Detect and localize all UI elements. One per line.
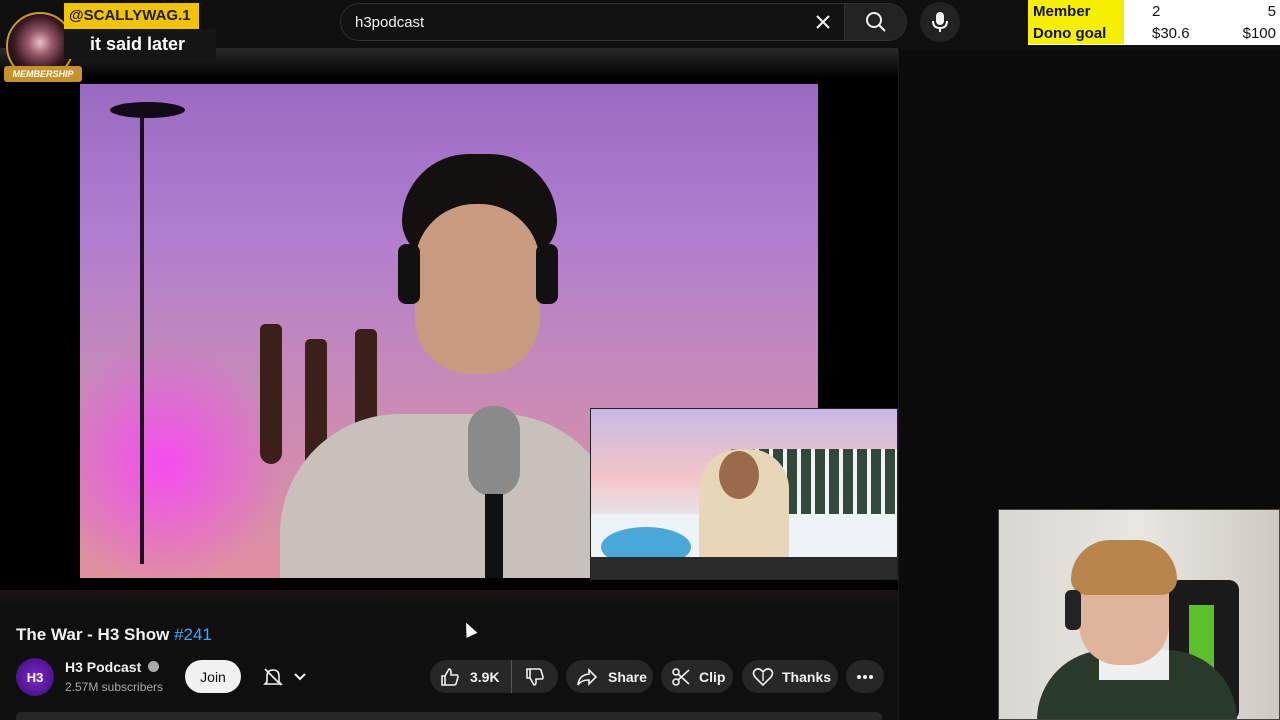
video-title-text: The War - H3 Show [16, 625, 170, 644]
streamer-webcam [998, 509, 1280, 720]
chat-username: @SCALLYWAG.1 [64, 3, 199, 29]
pink-glow [80, 344, 290, 578]
headphones [398, 244, 420, 304]
clip-button[interactable]: Clip [661, 660, 733, 693]
dislike-button[interactable] [512, 667, 558, 687]
verified-check-icon [148, 661, 159, 672]
clear-icon[interactable] [808, 7, 838, 37]
video-title: The War - H3 Show #241 [16, 625, 212, 645]
headphones [536, 244, 558, 304]
chat-message: it said later [64, 29, 216, 59]
like-count: 3.9K [470, 668, 500, 685]
like-dislike-group: 3.9K [430, 660, 558, 693]
goals-overlay: Member Goal 2 5 Dono goal $30.6 $100 [1028, 0, 1280, 45]
share-icon [577, 667, 598, 686]
membership-badge: MEMBERSHIP [4, 66, 82, 82]
like-button[interactable]: 3.9K [430, 660, 512, 693]
streamer-headphones [1065, 590, 1081, 630]
picture-in-picture-video [590, 408, 898, 580]
mic-arm [485, 494, 503, 578]
clip-label: Clip [699, 668, 726, 685]
hashtag-link[interactable]: #241 [174, 625, 212, 644]
thanks-button[interactable]: Thanks [742, 660, 838, 693]
host-body [280, 414, 620, 578]
goal-label: Member Goal [1028, 0, 1124, 37]
floor-lamp [140, 104, 144, 564]
more-horizontal-icon [857, 674, 873, 679]
streamer-hair [1071, 540, 1177, 595]
thumbs-up-icon [441, 667, 459, 686]
host-face [415, 204, 540, 374]
goal-target: 5 [1267, 2, 1276, 20]
scissors-icon [672, 667, 690, 686]
join-button[interactable]: Join [185, 660, 241, 693]
search-input[interactable] [341, 13, 808, 31]
channel-name[interactable]: H3 Podcast [65, 659, 141, 675]
voice-search-button[interactable] [920, 2, 960, 42]
thumbs-down-icon [526, 667, 544, 686]
channel-avatar[interactable]: H3 [16, 658, 54, 696]
pip-desk [591, 557, 897, 579]
microphone [468, 406, 520, 496]
subscriber-count: 2.57M subscribers [65, 680, 164, 694]
goal-label: Dono goal [1028, 22, 1124, 44]
search-button[interactable] [845, 3, 907, 41]
search-icon [865, 12, 886, 32]
mouse-cursor [460, 620, 478, 638]
dono-goal-row: Dono goal $30.6 $100 [1028, 22, 1280, 44]
more-actions-button[interactable] [846, 660, 884, 693]
pip-host-head [719, 451, 759, 499]
guitar [260, 324, 282, 464]
notification-button[interactable] [249, 660, 319, 693]
goal-current: $30.6 [1152, 24, 1190, 42]
share-button[interactable]: Share [566, 660, 653, 693]
bell-off-icon [262, 667, 283, 686]
member-goal-row: Member Goal 2 5 [1028, 0, 1280, 37]
goal-target: $100 [1242, 24, 1276, 42]
progress-bar[interactable] [0, 590, 898, 610]
chevron-down-icon [293, 672, 306, 680]
description-box-edge [16, 712, 882, 720]
lamp-shade [110, 102, 185, 118]
thanks-label: Thanks [782, 668, 832, 685]
share-label: Share [608, 668, 647, 685]
search-box[interactable] [340, 3, 845, 41]
heart-dollar-icon [752, 667, 774, 686]
goal-current: 2 [1152, 2, 1161, 20]
microphone-icon [932, 12, 948, 32]
